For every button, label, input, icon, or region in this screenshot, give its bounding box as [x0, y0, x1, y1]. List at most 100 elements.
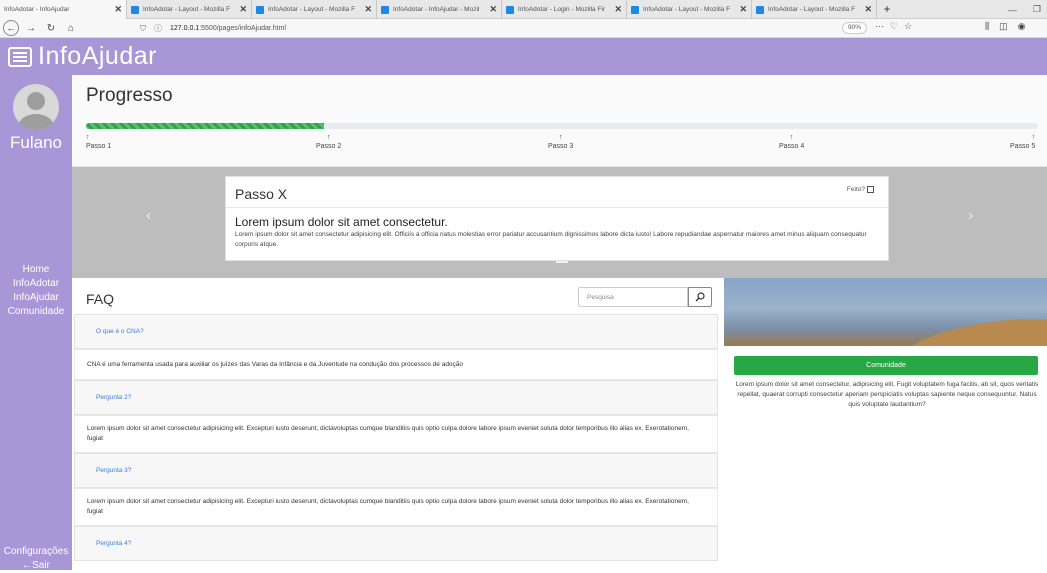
- reload-icon[interactable]: ↻: [43, 23, 59, 34]
- carousel-indicator[interactable]: [556, 261, 568, 263]
- sidebar-item-logout[interactable]: ←Sair: [0, 559, 72, 573]
- progress-step[interactable]: ↑ Passo 5: [1010, 134, 1035, 150]
- browser-tab[interactable]: InfoAdotar - Layout - Mozilla F ✕: [127, 0, 252, 19]
- browser-tab[interactable]: InfoAdotar - Layout - Mozilla F ✕: [752, 0, 877, 19]
- landscape-image: [724, 278, 1047, 346]
- faq-title: FAQ: [86, 291, 115, 307]
- favicon-icon: [506, 5, 514, 14]
- done-label: Feito?: [846, 186, 865, 193]
- tab-close-icon[interactable]: ✕: [864, 4, 872, 15]
- progress-step[interactable]: ↑ Passo 1: [86, 134, 111, 150]
- favicon-icon: [256, 5, 264, 14]
- carousel-prev-icon[interactable]: ‹: [146, 207, 151, 225]
- tab-title: InfoAdotar - Login - Mozilla Fir: [518, 6, 606, 13]
- browser-tab[interactable]: InfoAdotar - Login - Mozilla Fir ✕: [502, 0, 627, 19]
- new-tab-icon[interactable]: +: [877, 0, 897, 18]
- tab-close-icon[interactable]: ✕: [739, 4, 747, 15]
- favicon-icon: [131, 5, 139, 14]
- step-card-title: Passo X: [235, 186, 288, 202]
- browser-tab[interactable]: InfoAdotar - InfoAjudar - Mozil ✕: [377, 0, 502, 19]
- sidebar: Fulano Home InfoAdotar InfoAjudar Comuni…: [0, 75, 72, 573]
- sidebar-item-infoadotar[interactable]: InfoAdotar: [0, 277, 72, 291]
- faq-answer: Lorem ipsum dolor sit amet consectetur a…: [74, 415, 718, 453]
- search-button[interactable]: [688, 287, 712, 307]
- step-arrow-icon: ↑: [789, 134, 794, 141]
- card-divider: [226, 207, 888, 208]
- step-label: Passo 1: [86, 143, 112, 150]
- shield-icon: ⛉: [140, 23, 146, 33]
- community-text: Lorem ipsum dolor sit amet consectetur, …: [735, 381, 1039, 408]
- browser-tab-bar: InfoAdotar - InfoAjudar ✕ InfoAdotar - L…: [0, 0, 1047, 19]
- faq-search: [578, 287, 712, 307]
- tab-title: InfoAdotar - Layout - Mozilla F: [643, 6, 731, 13]
- tab-close-icon[interactable]: ✕: [239, 4, 247, 15]
- sidebar-item-comunidade[interactable]: Comunidade: [0, 305, 72, 319]
- progress-section: Progresso ↑ Passo 1 ↑ Passo 2 ↑ Passo 3 …: [72, 75, 1047, 167]
- user-name: Fulano: [10, 133, 62, 152]
- tab-close-icon[interactable]: ✕: [364, 4, 372, 15]
- carousel-next-icon[interactable]: ›: [968, 207, 973, 225]
- home-icon[interactable]: ⌂: [63, 23, 79, 34]
- faq-question[interactable]: Pergunta 3?: [74, 453, 718, 488]
- faq-section: FAQ O que é o CNA? CNA é uma ferramenta …: [72, 278, 722, 570]
- zoom-level[interactable]: 90%: [842, 22, 868, 34]
- search-input[interactable]: [578, 287, 688, 307]
- faq-question[interactable]: O que é o CNA?: [74, 314, 718, 349]
- steps-carousel: ‹ › Passo X Feito? Lorem ipsum dolor sit…: [72, 167, 1047, 278]
- community-button[interactable]: Comunidade: [734, 356, 1038, 375]
- community-panel: Comunidade Lorem ipsum dolor sit amet co…: [724, 278, 1047, 570]
- sidebar-item-settings[interactable]: Configurações: [0, 545, 72, 559]
- done-toggle[interactable]: Feito?: [847, 186, 874, 193]
- page-actions: ··· ♡ ☆: [875, 21, 912, 32]
- forward-icon[interactable]: →: [23, 23, 39, 34]
- favicon-icon: [756, 5, 764, 14]
- step-label: Passo 4: [779, 143, 805, 150]
- url-bar[interactable]: ⛉ ⓘ 127.0.0.1:5500/pages/infoAjudar.html: [140, 21, 920, 36]
- tab-title: InfoAdotar - Layout - Mozilla F: [768, 6, 856, 13]
- faq-answer: Lorem ipsum dolor sit amet consectetur a…: [74, 488, 718, 526]
- tab-title: InfoAdotar - Layout - Mozilla F: [143, 6, 231, 13]
- brand-title: InfoAjudar: [38, 42, 157, 70]
- bookmark-star-icon[interactable]: ☆: [904, 21, 912, 32]
- window-controls: — ❐: [1008, 0, 1041, 19]
- faq-question[interactable]: Pergunta 2?: [74, 380, 718, 415]
- done-checkbox[interactable]: [867, 186, 874, 193]
- library-icon[interactable]: ⫼: [985, 21, 989, 32]
- step-label: Passo 5: [1010, 143, 1036, 150]
- progress-step[interactable]: ↑ Passo 3: [548, 134, 573, 150]
- progress-step[interactable]: ↑ Passo 2: [316, 134, 341, 150]
- browser-tab[interactable]: InfoAdotar - Layout - Mozilla F ✕: [627, 0, 752, 19]
- app-header: InfoAjudar: [0, 38, 1047, 75]
- tab-close-icon[interactable]: ✕: [614, 4, 622, 15]
- favicon-icon: [631, 5, 639, 14]
- tab-close-icon[interactable]: ✕: [489, 4, 497, 15]
- search-icon: [695, 292, 705, 302]
- progress-bar: [86, 123, 1038, 129]
- minimize-icon[interactable]: —: [1008, 5, 1017, 15]
- step-label: Passo 2: [316, 143, 342, 150]
- faq-list: O que é o CNA? CNA é uma ferramenta usad…: [72, 314, 720, 561]
- browser-tab[interactable]: InfoAdotar - Layout - Mozilla F ✕: [252, 0, 377, 19]
- faq-answer: CNA é uma ferramenta usada para auxiliar…: [74, 349, 718, 380]
- account-icon[interactable]: ◉: [1018, 21, 1026, 32]
- back-icon[interactable]: ←: [3, 20, 19, 36]
- more-actions-icon[interactable]: ···: [875, 21, 884, 32]
- tab-close-icon[interactable]: ✕: [114, 4, 122, 15]
- browser-nav-bar: ← → ↻ ⌂ ⛉ ⓘ 127.0.0.1:5500/pages/infoAju…: [0, 19, 1047, 38]
- pocket-icon[interactable]: ♡: [890, 21, 898, 32]
- sidebar-item-infoajudar[interactable]: InfoAjudar: [0, 291, 72, 305]
- progress-step[interactable]: ↑ Passo 4: [779, 134, 804, 150]
- faq-question[interactable]: Pergunta 4?: [74, 526, 718, 561]
- sidebar-item-home[interactable]: Home: [0, 263, 72, 277]
- hamburger-menu-icon[interactable]: [8, 46, 32, 67]
- step-card: Passo X Feito? Lorem ipsum dolor sit ame…: [225, 176, 889, 261]
- progress-fill: [86, 123, 324, 129]
- toolbar-icons: ⫼ ◫ ◉: [985, 21, 1026, 32]
- maximize-icon[interactable]: ❐: [1033, 4, 1041, 15]
- step-lead: Lorem ipsum dolor sit amet consectetur.: [235, 215, 448, 229]
- browser-tab[interactable]: InfoAdotar - InfoAjudar ✕: [0, 0, 127, 19]
- sidebar-menu: Home InfoAdotar InfoAjudar Comunidade: [0, 263, 72, 319]
- tab-title: InfoAdotar - InfoAjudar - Mozil: [393, 6, 480, 13]
- sidebar-icon[interactable]: ◫: [999, 21, 1008, 32]
- main-content: Progresso ↑ Passo 1 ↑ Passo 2 ↑ Passo 3 …: [72, 75, 1047, 570]
